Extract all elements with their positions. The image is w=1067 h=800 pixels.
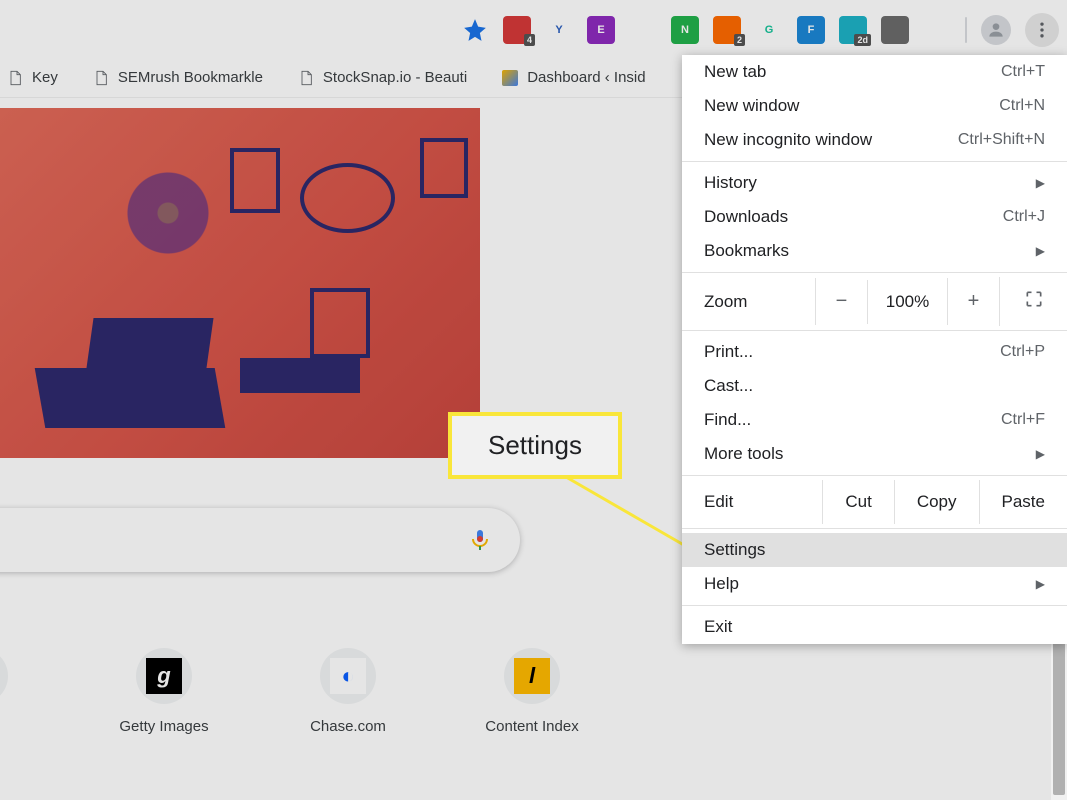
google-doodle[interactable] <box>0 108 480 458</box>
bookmark-label: Key <box>32 69 58 86</box>
menu-item-label: Downloads <box>704 207 788 227</box>
menu-item-label: Help <box>704 574 739 594</box>
menu-item-new-window[interactable]: New window Ctrl+N <box>682 89 1067 123</box>
cut-button[interactable]: Cut <box>822 480 893 524</box>
menu-item-label: New window <box>704 96 799 116</box>
y-ext[interactable]: Y <box>545 16 573 44</box>
divider-icon <box>965 17 967 43</box>
search-bar <box>0 508 520 572</box>
bookmark-label: StockSnap.io - Beauti <box>323 69 467 86</box>
bookmark-label: SEMrush Bookmarkle <box>118 69 263 86</box>
menu-item-exit[interactable]: Exit <box>682 610 1067 644</box>
menu-item-label: New incognito window <box>704 130 872 150</box>
callout-settings: Settings <box>448 412 622 479</box>
chrome-menu: New tab Ctrl+T New window Ctrl+N New incogni… <box>682 55 1067 644</box>
page-icon <box>297 69 315 87</box>
fullscreen-button[interactable] <box>999 277 1067 326</box>
menu-item-label: Exit <box>704 617 732 637</box>
submenu-arrow-icon: ▶ <box>1036 577 1045 591</box>
shortcut-icon: g <box>136 648 192 704</box>
menu-edit-row: Edit Cut Copy Paste <box>682 480 1067 524</box>
password-ext[interactable]: 4 <box>503 16 531 44</box>
shortcut-tile[interactable]: l Content Index <box>472 648 592 735</box>
menu-item-downloads[interactable]: Downloads Ctrl+J <box>682 200 1067 234</box>
menu-item-label: Bookmarks <box>704 241 789 261</box>
menu-item-settings[interactable]: Settings <box>682 533 1067 567</box>
menu-item-find[interactable]: Find... Ctrl+F <box>682 403 1067 437</box>
menu-item-new-tab[interactable]: New tab Ctrl+T <box>682 55 1067 89</box>
pdf-ext[interactable] <box>881 16 909 44</box>
menu-item-label: More tools <box>704 444 783 464</box>
e-ext[interactable]: E <box>587 16 615 44</box>
menu-item-bookmarks[interactable]: Bookmarks ▶ <box>682 234 1067 268</box>
browser-toolbar: 4YE N2GF 2d <box>0 8 1067 52</box>
menu-item-label: Settings <box>704 540 765 560</box>
shortcut-label: Content Index <box>485 718 578 735</box>
submenu-arrow-icon: ▶ <box>1036 176 1045 190</box>
evernote-ext[interactable] <box>629 16 657 44</box>
bookmark-item[interactable]: StockSnap.io - Beauti <box>291 65 473 91</box>
menu-item-cast[interactable]: Cast... <box>682 369 1067 403</box>
page-icon <box>92 69 110 87</box>
shortcuts-row: MS g Getty Images ◐ Chase.com l Content Index <box>0 648 592 735</box>
menu-item-print[interactable]: Print... Ctrl+P <box>682 335 1067 369</box>
shortcut-icon: l <box>504 648 560 704</box>
zoom-in-button[interactable]: + <box>947 278 999 325</box>
bookmark-item[interactable]: Key <box>0 65 64 91</box>
bookmark-star-icon[interactable] <box>461 16 489 44</box>
n-ext[interactable]: N <box>671 16 699 44</box>
shortcut-tile[interactable]: g Getty Images <box>104 648 224 735</box>
menu-zoom-row: Zoom − 100% + <box>682 277 1067 326</box>
bookmark-item[interactable]: SEMrush Bookmarkle <box>86 65 269 91</box>
menu-shortcut: Ctrl+Shift+N <box>958 131 1045 149</box>
menu-shortcut: Ctrl+T <box>1001 63 1045 81</box>
submenu-arrow-icon: ▶ <box>1036 244 1045 258</box>
menu-item-new-incognito-window[interactable]: New incognito window Ctrl+Shift+N <box>682 123 1067 157</box>
menu-item-label: Print... <box>704 342 753 362</box>
menu-shortcut: Ctrl+J <box>1003 208 1045 226</box>
page-icon <box>6 69 24 87</box>
f-ext[interactable]: F <box>797 16 825 44</box>
search-input[interactable] <box>0 530 468 551</box>
grammarly-ext[interactable]: G <box>755 16 783 44</box>
copy-button[interactable]: Copy <box>894 480 979 524</box>
bookmark-item[interactable]: Dashboard ‹ Insid <box>495 65 651 91</box>
pen-ext[interactable] <box>923 16 951 44</box>
menu-item-label: Cast... <box>704 376 753 396</box>
menu-edit-label: Edit <box>682 480 822 524</box>
shortcut-icon: ◐ <box>320 648 376 704</box>
paste-button[interactable]: Paste <box>979 480 1067 524</box>
bookmark-label: Dashboard ‹ Insid <box>527 69 645 86</box>
menu-item-label: Find... <box>704 410 751 430</box>
teal-ext[interactable]: 2d <box>839 16 867 44</box>
menu-item-label: History <box>704 173 757 193</box>
shortcut-icon <box>0 648 8 704</box>
favicon-icon <box>501 69 519 87</box>
shortcut-tile[interactable]: MS <box>0 648 40 735</box>
menu-shortcut: Ctrl+P <box>1000 343 1045 361</box>
menu-item-more-tools[interactable]: More tools ▶ <box>682 437 1067 471</box>
zoom-value: 100% <box>867 280 947 324</box>
shortcut-tile[interactable]: ◐ Chase.com <box>288 648 408 735</box>
menu-zoom-label: Zoom <box>682 280 815 324</box>
profile-avatar-icon[interactable] <box>981 15 1011 45</box>
shortcut-label: Chase.com <box>310 718 386 735</box>
badge-ext[interactable]: 2 <box>713 16 741 44</box>
menu-item-label: New tab <box>704 62 766 82</box>
zoom-out-button[interactable]: − <box>815 278 867 325</box>
submenu-arrow-icon: ▶ <box>1036 447 1045 461</box>
menu-shortcut: Ctrl+F <box>1001 411 1045 429</box>
menu-item-help[interactable]: Help ▶ <box>682 567 1067 601</box>
menu-item-history[interactable]: History ▶ <box>682 166 1067 200</box>
menu-shortcut: Ctrl+N <box>999 97 1045 115</box>
voice-search-icon[interactable] <box>468 528 492 552</box>
chrome-menu-button[interactable] <box>1025 13 1059 47</box>
shortcut-label: Getty Images <box>119 718 208 735</box>
